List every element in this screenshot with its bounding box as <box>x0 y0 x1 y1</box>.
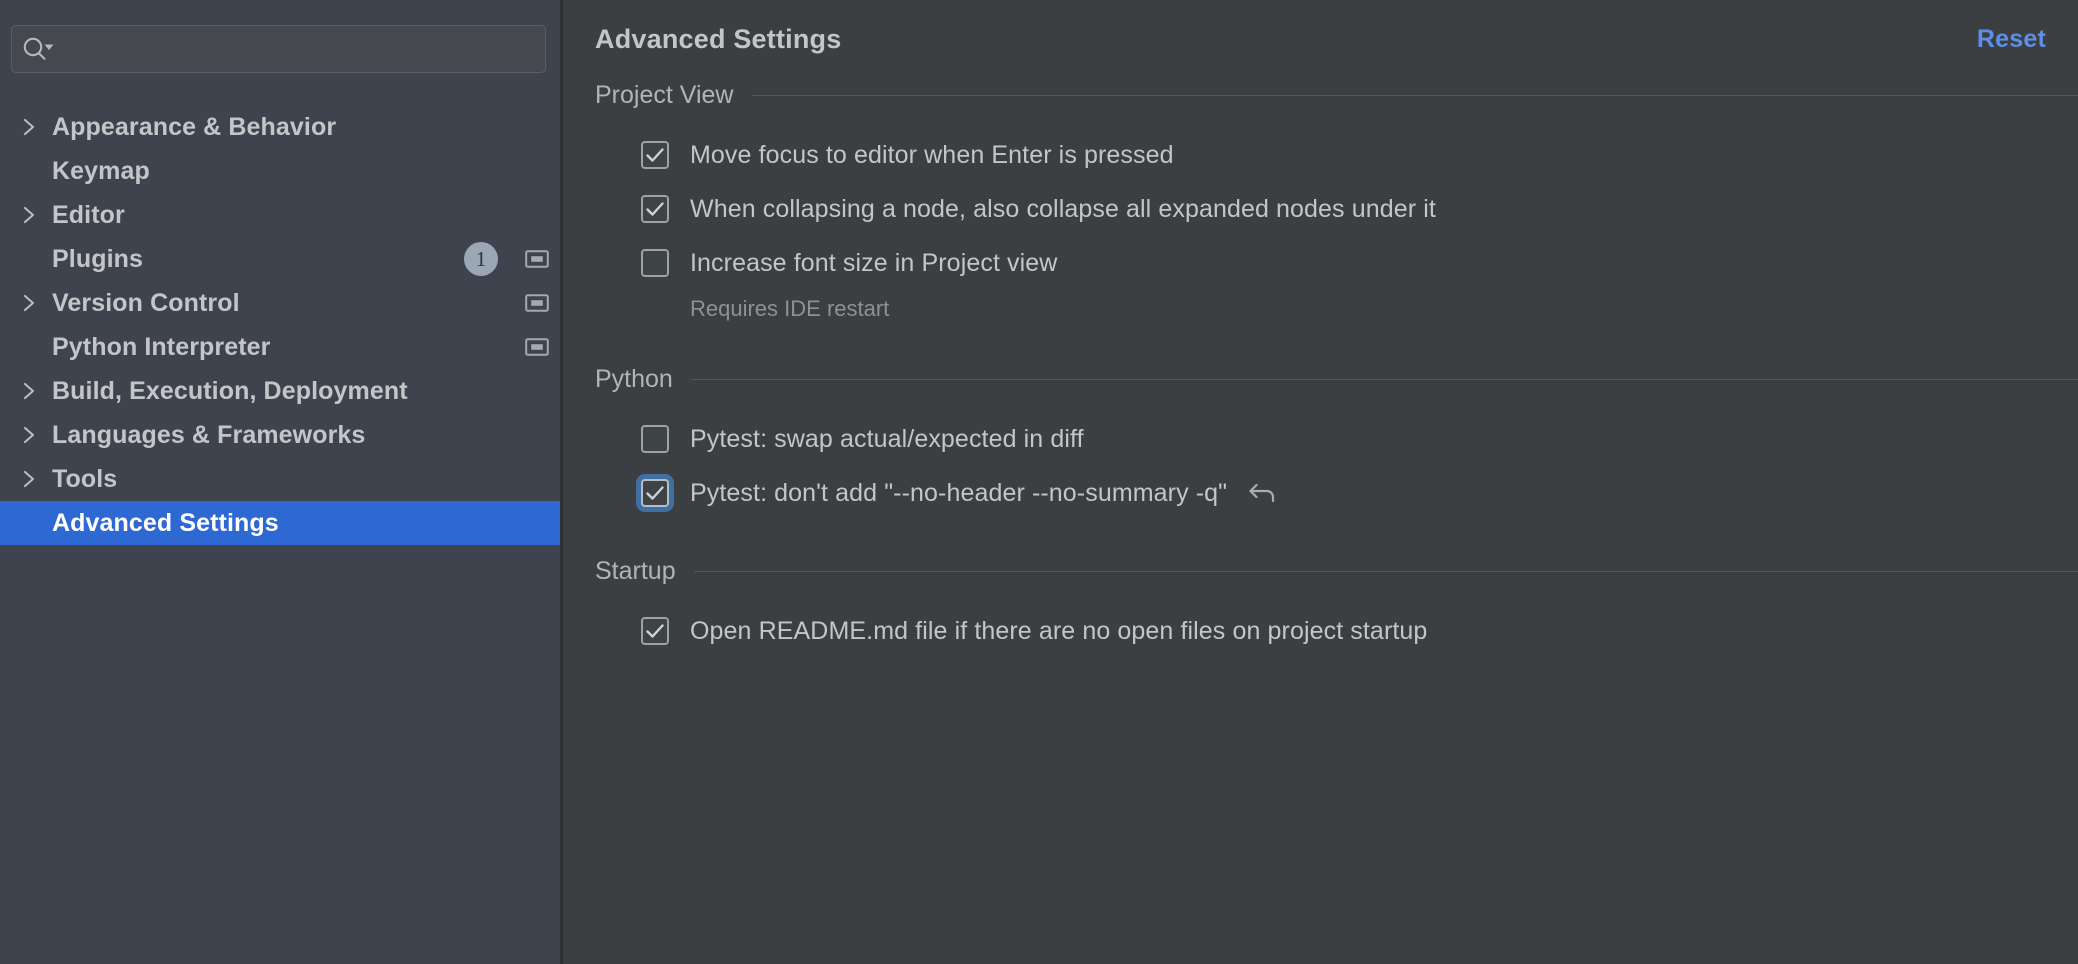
setting-label: When collapsing a node, also collapse al… <box>690 194 1436 223</box>
section-title: Startup <box>595 556 676 585</box>
search-icon <box>12 26 64 72</box>
setting-row[interactable]: When collapsing a node, also collapse al… <box>641 182 2078 236</box>
sidebar-item-plugins[interactable]: Plugins 1 <box>0 237 560 281</box>
section-divider <box>690 378 2078 380</box>
checkbox[interactable] <box>641 249 669 277</box>
chevron-right-icon[interactable] <box>22 116 52 138</box>
main-header: Advanced Settings Reset <box>563 0 2078 78</box>
sidebar-item-label: Plugins <box>52 244 143 273</box>
section-options: Open README.md file if there are no open… <box>563 604 2078 658</box>
checkbox[interactable] <box>641 617 669 645</box>
sidebar-item-label: Languages & Frameworks <box>52 420 366 449</box>
setting-hint-text: Requires IDE restart <box>690 296 890 321</box>
sidebar-item-label: Python Interpreter <box>52 332 271 361</box>
settings-tree: Appearance & Behavior Keymap Editor Plugins… <box>0 105 560 545</box>
sidebar-item-label: Advanced Settings <box>52 508 279 537</box>
settings-dialog: Appearance & Behavior Keymap Editor Plugins… <box>0 0 2078 964</box>
section-title: Python <box>595 364 673 393</box>
settings-main-panel: Advanced Settings Reset Project View Move… <box>563 0 2078 964</box>
settings-section: Python Pytest: swap actual/expected in di… <box>563 362 2078 520</box>
sidebar-item-indicators <box>514 281 560 325</box>
reset-link[interactable]: Reset <box>1977 25 2046 54</box>
sidebar-item-label: Build, Execution, Deployment <box>52 376 408 405</box>
setting-hint: Requires IDE restart <box>641 290 2078 328</box>
search-input[interactable] <box>64 27 545 71</box>
sidebar-item-appearance-behavior[interactable]: Appearance & Behavior <box>0 105 560 149</box>
sidebar-item-indicators: 1 <box>464 237 560 281</box>
sidebar-item-keymap[interactable]: Keymap <box>0 149 560 193</box>
setting-label: Pytest: swap actual/expected in diff <box>690 424 1084 453</box>
sidebar-item-version-control[interactable]: Version Control <box>0 281 560 325</box>
settings-search-box[interactable] <box>11 25 546 73</box>
sidebar-item-build-execution-deployment[interactable]: Build, Execution, Deployment <box>0 369 560 413</box>
setting-label: Pytest: don't add "--no-header --no-summ… <box>690 478 1228 507</box>
section-title: Project View <box>595 80 734 109</box>
chevron-right-icon[interactable] <box>22 204 52 226</box>
setting-row[interactable]: Increase font size in Project view <box>641 236 2078 290</box>
sidebar-item-tools[interactable]: Tools <box>0 457 560 501</box>
section-header: Python <box>563 362 2078 396</box>
chevron-right-icon[interactable] <box>22 380 52 402</box>
sidebar-item-editor[interactable]: Editor <box>0 193 560 237</box>
sidebar-item-label: Tools <box>52 464 118 493</box>
checkbox[interactable] <box>641 425 669 453</box>
checkbox[interactable] <box>641 195 669 223</box>
setting-row[interactable]: Move focus to editor when Enter is press… <box>641 128 2078 182</box>
chevron-right-icon[interactable] <box>22 468 52 490</box>
settings-content: Project View Move focus to editor when En… <box>563 78 2078 692</box>
section-options: Pytest: swap actual/expected in diff Pyte… <box>563 412 2078 520</box>
sidebar-item-label: Version Control <box>52 288 240 317</box>
checkbox[interactable] <box>641 141 669 169</box>
sidebar-item-advanced-settings[interactable]: Advanced Settings <box>0 501 560 545</box>
sidebar-item-indicators <box>514 325 560 369</box>
setting-row[interactable]: Open README.md file if there are no open… <box>641 604 2078 658</box>
section-divider <box>751 94 2078 96</box>
section-header: Startup <box>563 554 2078 588</box>
chevron-right-icon[interactable] <box>22 292 52 314</box>
sidebar-item-languages-frameworks[interactable]: Languages & Frameworks <box>0 413 560 457</box>
sidebar-item-label: Keymap <box>52 156 150 185</box>
checkbox[interactable] <box>641 479 669 507</box>
section-divider <box>693 570 2078 572</box>
sidebar-item-python-interpreter[interactable]: Python Interpreter <box>0 325 560 369</box>
section-header: Project View <box>563 78 2078 112</box>
setting-label: Increase font size in Project view <box>690 248 1058 277</box>
page-title: Advanced Settings <box>595 23 842 54</box>
project-scope-icon <box>514 337 560 357</box>
sidebar-item-label: Appearance & Behavior <box>52 112 337 141</box>
section-options: Move focus to editor when Enter is press… <box>563 128 2078 328</box>
sidebar-item-label: Editor <box>52 200 125 229</box>
setting-row[interactable]: Pytest: swap actual/expected in diff <box>641 412 2078 466</box>
setting-label: Move focus to editor when Enter is press… <box>690 140 1174 169</box>
setting-row[interactable]: Pytest: don't add "--no-header --no-summ… <box>641 466 2078 520</box>
settings-section: Startup Open README.md file if there are … <box>563 554 2078 658</box>
settings-section: Project View Move focus to editor when En… <box>563 78 2078 328</box>
revert-icon[interactable] <box>1247 480 1279 506</box>
update-count-badge: 1 <box>464 242 498 276</box>
setting-label: Open README.md file if there are no open… <box>690 616 1428 645</box>
project-scope-icon <box>514 293 560 313</box>
settings-sidebar: Appearance & Behavior Keymap Editor Plugins… <box>0 0 563 964</box>
project-scope-icon <box>514 249 560 269</box>
chevron-right-icon[interactable] <box>22 424 52 446</box>
